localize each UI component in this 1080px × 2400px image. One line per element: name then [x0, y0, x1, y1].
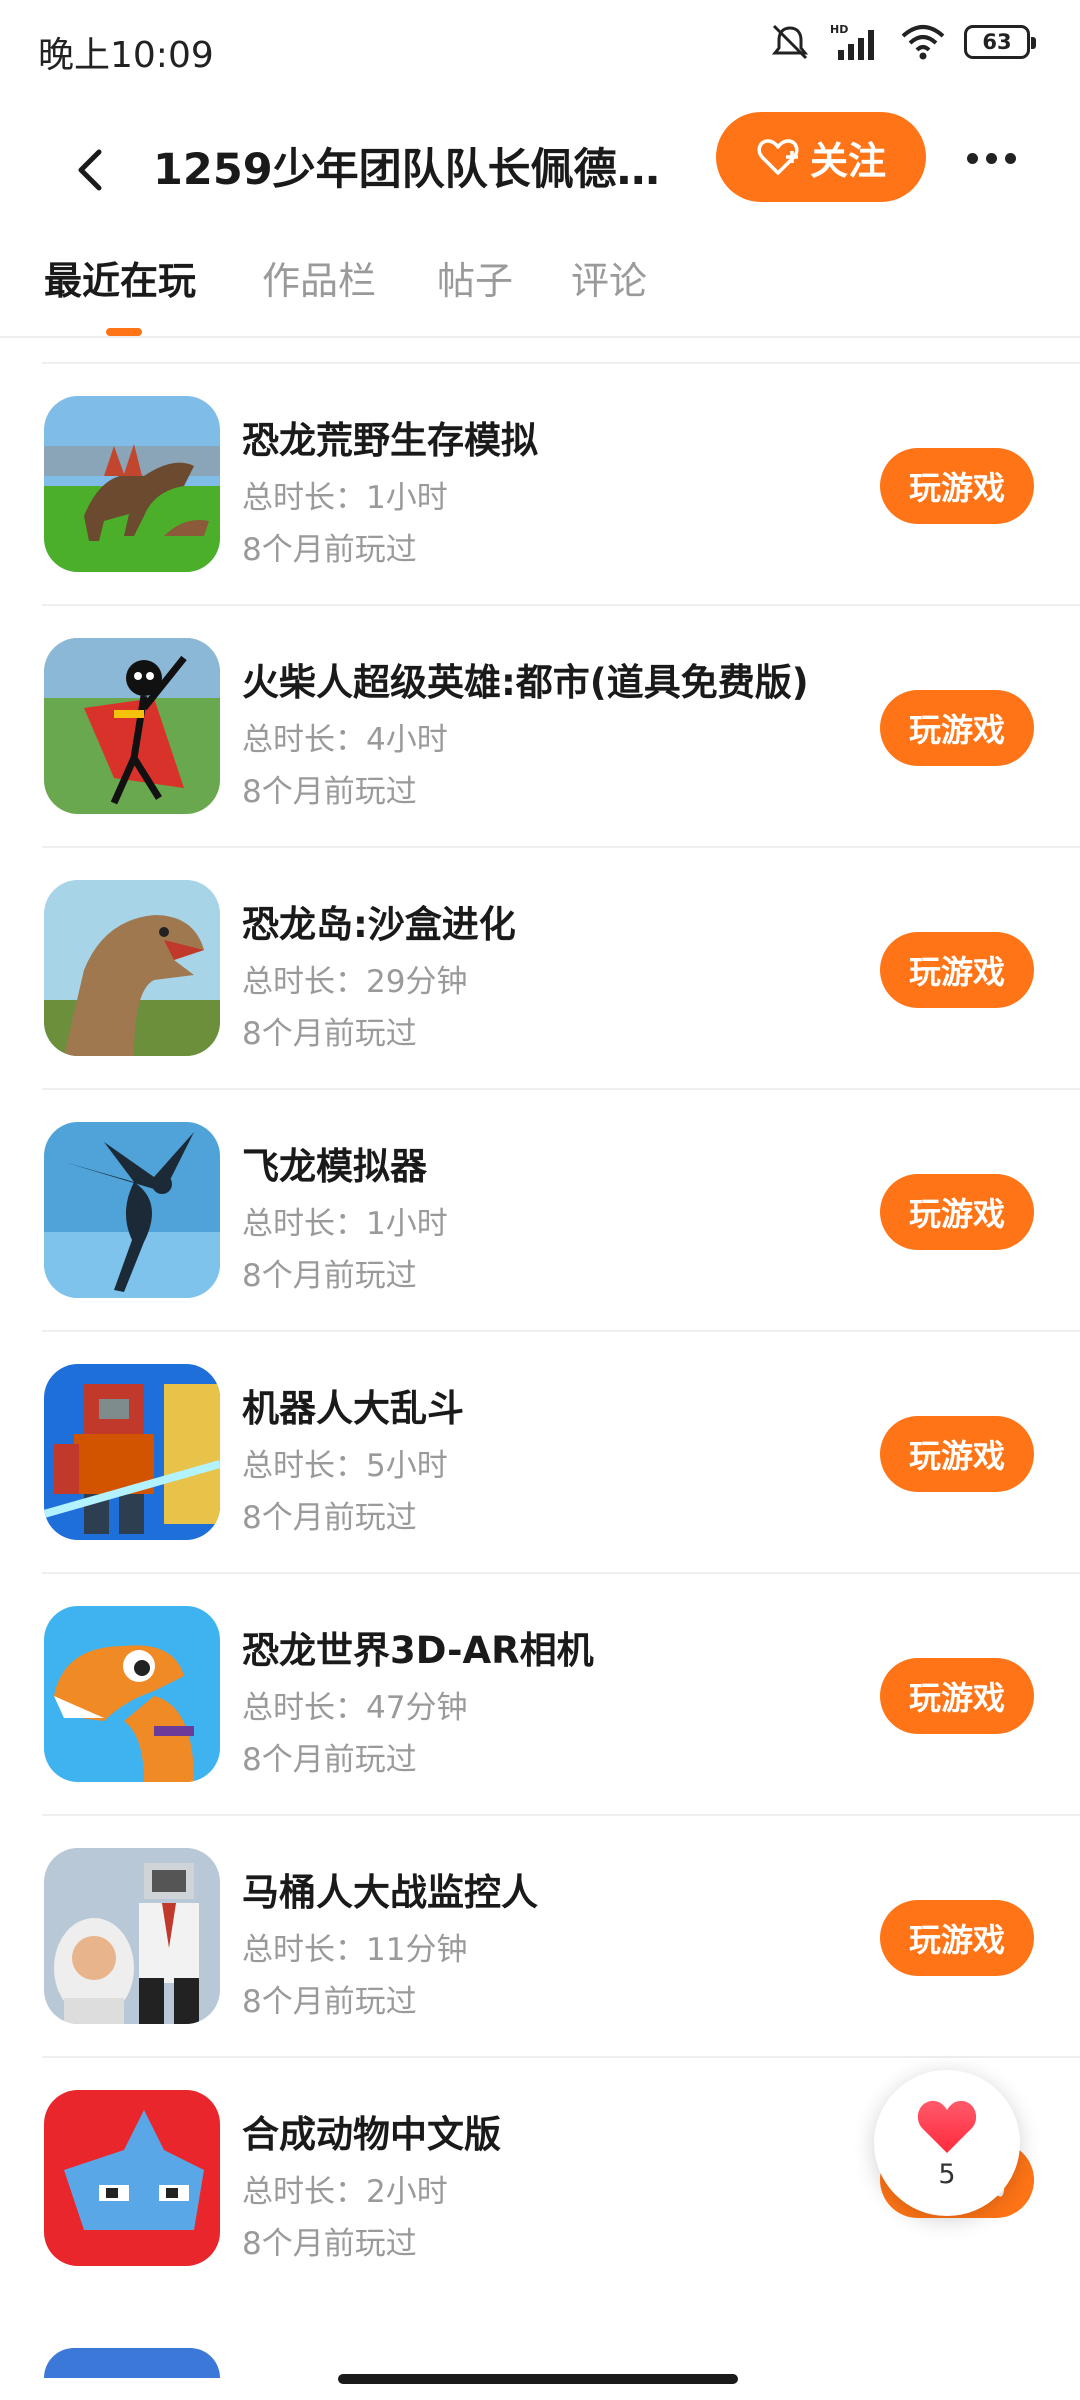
svg-text:HD: HD: [830, 23, 848, 36]
game-name: 恐龙岛:沙盒进化: [242, 903, 516, 946]
play-duration: 总时长：4小时: [242, 722, 448, 758]
home-indicator[interactable]: [338, 2374, 738, 2384]
play-duration: 总时长：1小时: [242, 1206, 448, 1242]
play-game-button[interactable]: 玩游戏: [880, 932, 1034, 1008]
tab-recently-played[interactable]: 最近在玩: [44, 250, 196, 305]
like-count: 5: [938, 2158, 956, 2190]
game-name: 恐龙荒野生存模拟: [242, 419, 538, 462]
battery-level: 63: [982, 30, 1012, 54]
game-icon-dragon-simulator: [44, 1122, 220, 1298]
last-played: 8个月前玩过: [242, 1984, 417, 2020]
list-item[interactable]: 马桶人大战监控人 总时长：11分钟 8个月前玩过 玩游戏: [42, 1814, 1080, 2056]
list-item[interactable]: 恐龙世界3D-AR相机 总时长：47分钟 8个月前玩过 玩游戏: [42, 1572, 1080, 1814]
last-played: 8个月前玩过: [242, 1016, 417, 1052]
tab-works[interactable]: 作品栏: [262, 250, 376, 305]
heart-plus-icon: [757, 139, 799, 175]
play-duration: 总时长：1小时: [242, 480, 448, 516]
game-icon-dino-island: [44, 880, 220, 1056]
list-item[interactable]: 机器人大乱斗 总时长：5小时 8个月前玩过 玩游戏: [42, 1330, 1080, 1572]
game-icon-toilet-vs-camera: [44, 1848, 220, 2024]
game-icon-robot-brawl: [44, 1364, 220, 1540]
chevron-left-icon: [78, 149, 102, 191]
last-played: 8个月前玩过: [242, 774, 417, 810]
more-dots-icon: [966, 152, 978, 164]
play-game-button[interactable]: 玩游戏: [880, 1900, 1034, 1976]
play-game-button[interactable]: 玩游戏: [880, 1174, 1034, 1250]
tab-posts[interactable]: 帖子: [437, 250, 513, 305]
more-dot: [985, 152, 997, 164]
play-duration: 总时长：2小时: [242, 2174, 448, 2210]
last-played: 8个月前玩过: [242, 1742, 417, 1778]
status-icons: HD 63: [768, 22, 1036, 62]
follow-button[interactable]: 关注: [716, 112, 926, 202]
play-duration: 总时长：47分钟: [242, 1690, 468, 1726]
recent-games-list: 恐龙荒野生存模拟 总时长：1小时 8个月前玩过 玩游戏 火柴人超级英雄:都市(道…: [0, 362, 1080, 2298]
play-game-button[interactable]: 玩游戏: [880, 1416, 1034, 1492]
last-played: 8个月前玩过: [242, 1258, 417, 1294]
play-game-button[interactable]: 玩游戏: [880, 690, 1034, 766]
play-duration: 总时长：11分钟: [242, 1932, 468, 1968]
wifi-icon: [901, 25, 945, 60]
page-title: 1259少年团队队长佩德罗…: [153, 145, 693, 195]
profile-tabs: 最近在玩 作品栏 帖子 评论: [0, 240, 1080, 338]
more-dot: [1004, 152, 1016, 164]
play-duration: 总时长：5小时: [242, 1448, 448, 1484]
mute-icon: [771, 24, 809, 60]
active-tab-indicator: [106, 328, 142, 336]
game-name: 飞龙模拟器: [242, 1145, 427, 1188]
list-item[interactable]: 恐龙荒野生存模拟 总时长：1小时 8个月前玩过 玩游戏: [42, 362, 1080, 604]
more-options-button[interactable]: [956, 128, 1026, 188]
heart-icon: [917, 2100, 977, 2153]
play-game-button[interactable]: 玩游戏: [880, 1658, 1034, 1734]
game-name: 恐龙世界3D-AR相机: [242, 1629, 594, 1672]
list-item[interactable]: 火柴人超级英雄:都市(道具免费版) 总时长：4小时 8个月前玩过 玩游戏: [42, 604, 1080, 846]
list-item[interactable]: 恐龙岛:沙盒进化 总时长：29分钟 8个月前玩过 玩游戏: [42, 846, 1080, 1088]
status-time: 晚上10:09: [38, 35, 214, 76]
game-icon-stickman-hero: [44, 638, 220, 814]
battery-indicator: 63: [964, 25, 1036, 59]
last-played: 8个月前玩过: [242, 2226, 417, 2262]
back-button[interactable]: [60, 130, 120, 210]
profile-header: 1259少年团队队长佩德罗… 关注: [0, 108, 1080, 238]
game-icon-merge-animals: [44, 2090, 220, 2266]
last-played: 8个月前玩过: [242, 1500, 417, 1536]
list-item[interactable]: 飞龙模拟器 总时长：1小时 8个月前玩过 玩游戏: [42, 1088, 1080, 1330]
play-game-button[interactable]: 玩游戏: [880, 448, 1034, 524]
game-name: 合成动物中文版: [242, 2113, 501, 2156]
status-bar: 晚上10:09 HD 63: [0, 0, 1080, 96]
game-name: 机器人大乱斗: [242, 1387, 464, 1430]
tab-reviews[interactable]: 评论: [571, 250, 647, 305]
game-icon-dino-survival: [44, 396, 220, 572]
last-played: 8个月前玩过: [242, 532, 417, 568]
like-button[interactable]: 5: [874, 2070, 1020, 2216]
play-duration: 总时长：29分钟: [242, 964, 468, 1000]
signal-icon: HD: [830, 23, 874, 60]
game-icon-dino-world-ar: [44, 1606, 220, 1782]
game-name: 马桶人大战监控人: [242, 1871, 538, 1914]
follow-label: 关注: [809, 138, 886, 183]
game-name: 火柴人超级英雄:都市(道具免费版): [242, 661, 809, 704]
next-item-peek: [44, 2348, 220, 2378]
